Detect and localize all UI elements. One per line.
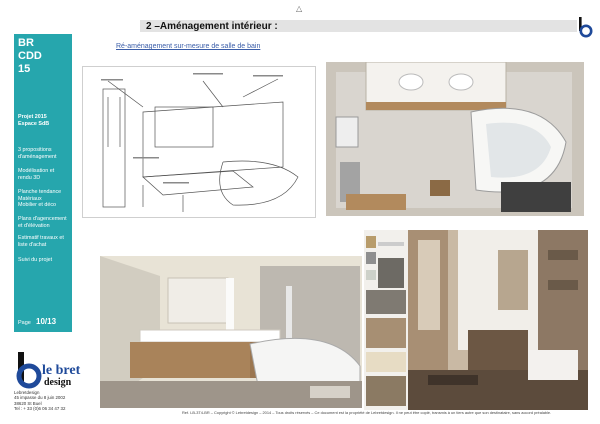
project-code: BR CDD 15 [18,37,42,76]
project-label: Projet 2015 Espace SdB [18,114,72,127]
sidebar-item-line: Suivi du projet [18,257,53,263]
company-info: Lebretdesign 45 impasse du 8 juin 2002 3… [14,390,65,412]
project-code-line: CDD [18,50,42,62]
brand-b-icon [579,17,593,38]
moodboard-image [364,230,408,410]
sidebar-item-line: Mobilier et déco [18,202,57,208]
company-phone: Tel : + 33 (0)6 06 34 47 32 [14,406,66,412]
sidebar-item-planche: Planche tendance Matériaux Mobilier et d… [18,189,72,209]
section-title: 2 –Aménagement intérieur : [146,21,278,32]
sidebar-item-line: Plans d'agencement [18,216,67,222]
sidebar-item-modelisation: Modélisation et rendu 3D [18,168,72,181]
sidebar [14,34,72,332]
page-number: 10/13 [36,317,57,326]
sidebar-item-propositions: 3 propositions d'aménagement [18,147,72,160]
sidebar-item-line: rendu 3D [18,174,41,181]
sidebar-item-plans: Plans d'agencement et d'élévation [18,216,72,229]
sidebar-item-suivi: Suivi du projet [18,257,72,264]
page-label: Page [18,320,31,326]
sidebar-item-line: liste d'achat [18,241,47,248]
page-subtitle: Ré-aménagement sur-mesure de salle de ba… [116,43,261,50]
copyright-footer: Ref. LB-3T4-BR – Copyright © Lebretdesig… [182,410,552,415]
bathroom-render-image-1 [100,256,362,408]
logo-text-top: le bret [42,363,81,378]
top-view-render-image [326,62,584,216]
lebret-design-logo: le bret design [16,352,81,389]
sidebar-item-estimatif: Estimatif travaux et liste d'achat [18,235,72,248]
project-code-line: BR [18,37,34,49]
logo-text-bottom: design [44,377,72,388]
hand-sketch-image [82,66,316,218]
sidebar-item-line: et d'élévation [18,222,50,229]
top-marker: △ [296,4,303,13]
bathroom-render-image-2 [408,230,588,410]
project-space: Espace SdB [18,120,50,127]
project-code-line: 15 [18,63,31,75]
sidebar-item-line: Estimatif travaux et [18,235,64,241]
sidebar-item-line: d'aménagement [18,153,57,160]
